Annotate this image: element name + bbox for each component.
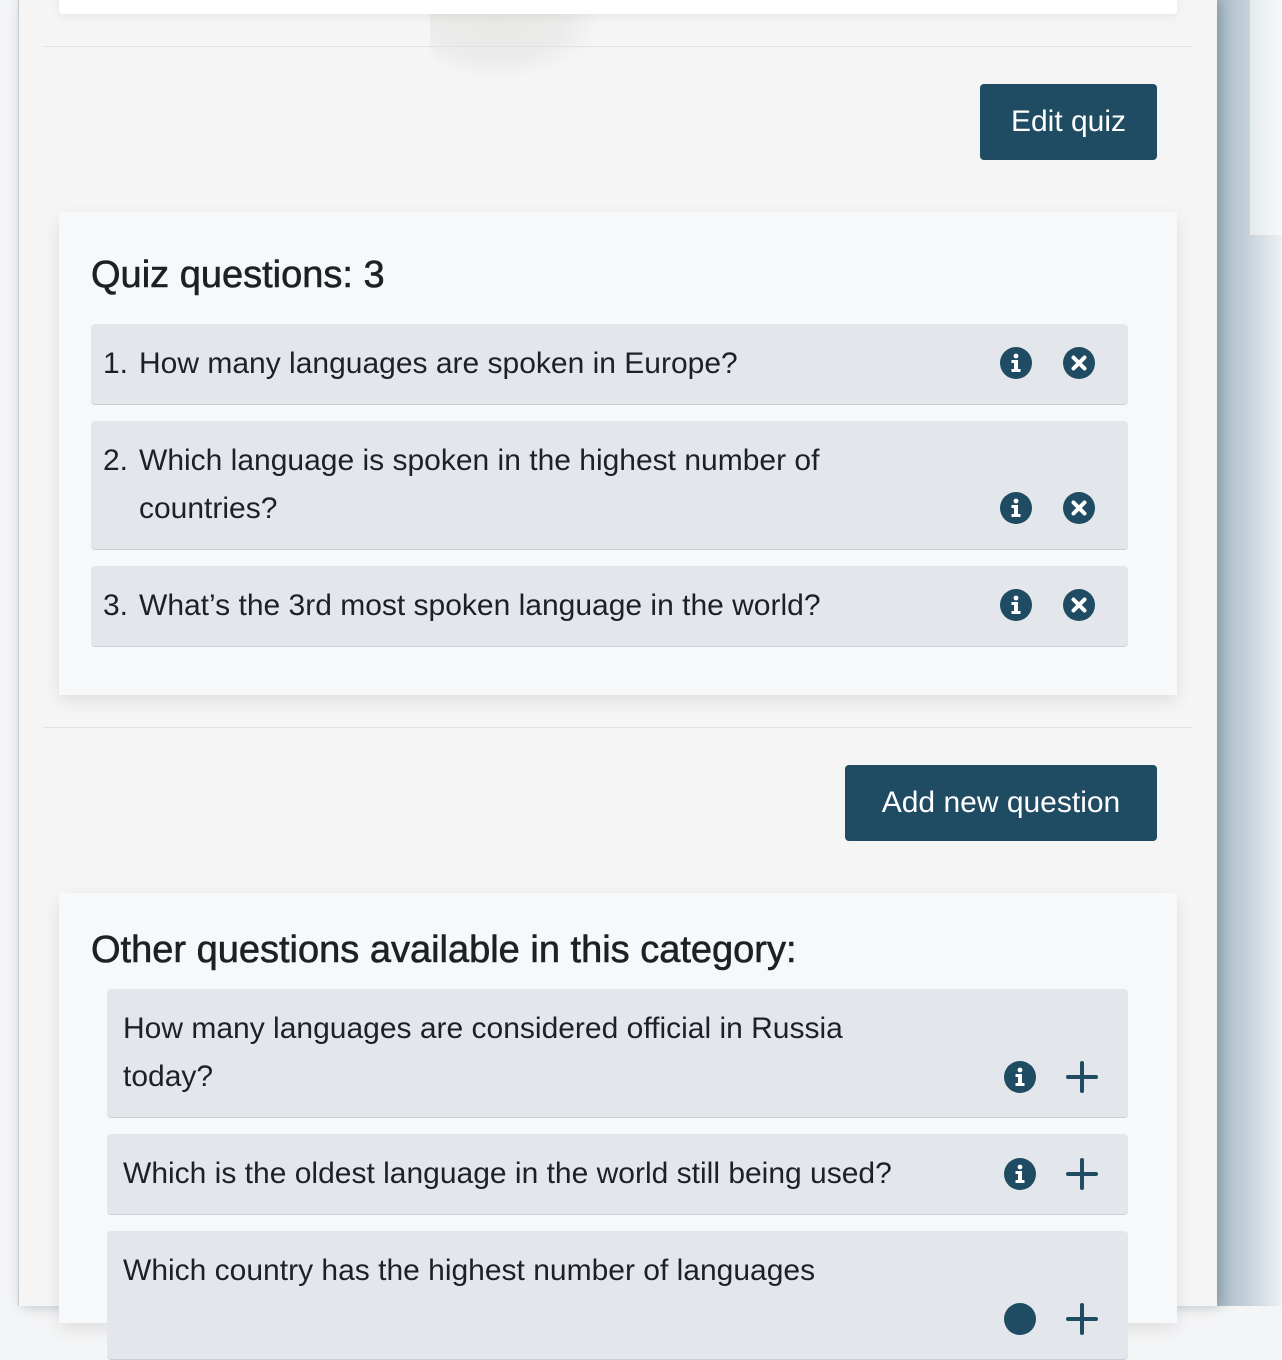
question-label: Which language is spoken in the highest … xyxy=(139,444,820,477)
quiz-questions-heading: Quiz questions: 3 xyxy=(91,254,385,297)
question-label-continued: countries? xyxy=(139,492,278,525)
question-text: How many languages are considered offici… xyxy=(123,1005,983,1101)
remove-icon[interactable] xyxy=(1063,347,1095,379)
quiz-image-remnant xyxy=(430,14,600,80)
info-icon[interactable] xyxy=(1004,1303,1036,1335)
quiz-question-item[interactable]: 2. Which language is spoken in the highes… xyxy=(91,421,1128,550)
quiz-question-item[interactable]: 3. What’s the 3rd most spoken language in… xyxy=(91,566,1128,647)
quiz-info-card xyxy=(59,0,1177,14)
question-text: Which is the oldest language in the worl… xyxy=(123,1150,892,1198)
question-number: 3. xyxy=(103,589,129,622)
question-label: Which country has the highest number of … xyxy=(123,1254,816,1287)
remove-icon[interactable] xyxy=(1063,589,1095,621)
available-question-item[interactable]: Which country has the highest number of … xyxy=(107,1231,1128,1360)
info-icon[interactable] xyxy=(1004,1061,1036,1093)
available-question-item[interactable]: Which is the oldest language in the worl… xyxy=(107,1134,1128,1215)
available-question-item[interactable]: How many languages are considered offici… xyxy=(107,989,1128,1118)
question-label: Which is the oldest language in the worl… xyxy=(123,1157,892,1190)
divider xyxy=(43,727,1193,728)
info-icon[interactable] xyxy=(1000,589,1032,621)
question-label-continued: today? xyxy=(123,1060,214,1093)
plus-icon[interactable] xyxy=(1066,1158,1098,1190)
quiz-question-item[interactable]: 1. How many languages are spoken in Europ… xyxy=(91,324,1128,405)
question-label: What’s the 3rd most spoken language in t… xyxy=(139,589,821,622)
other-questions-card: Other questions available in this catego… xyxy=(59,893,1177,1360)
question-label: How many languages are spoken in Europe? xyxy=(139,347,738,380)
quiz-questions-card: Quiz questions: 3 1. How many languages a… xyxy=(59,212,1177,695)
divider xyxy=(43,46,1193,47)
other-questions-heading: Other questions available in this catego… xyxy=(91,929,797,972)
page-background-highlight xyxy=(1250,0,1282,235)
plus-icon[interactable] xyxy=(1066,1303,1098,1335)
info-icon[interactable] xyxy=(1000,492,1032,524)
question-text: 1. How many languages are spoken in Europ… xyxy=(103,340,738,388)
remove-icon[interactable] xyxy=(1063,492,1095,524)
add-new-question-button[interactable]: Add new question xyxy=(845,765,1157,841)
question-text: 2. Which language is spoken in the highes… xyxy=(103,437,963,533)
edit-quiz-button[interactable]: Edit quiz xyxy=(980,84,1157,160)
question-text: 3. What’s the 3rd most spoken language in… xyxy=(103,582,821,630)
info-icon[interactable] xyxy=(1004,1158,1036,1190)
question-text: Which country has the highest number of … xyxy=(123,1247,983,1295)
question-number: 2. xyxy=(103,444,129,477)
question-number: 1. xyxy=(103,347,129,380)
plus-icon[interactable] xyxy=(1066,1061,1098,1093)
info-icon[interactable] xyxy=(1000,347,1032,379)
question-label: How many languages are considered offici… xyxy=(123,1012,843,1045)
